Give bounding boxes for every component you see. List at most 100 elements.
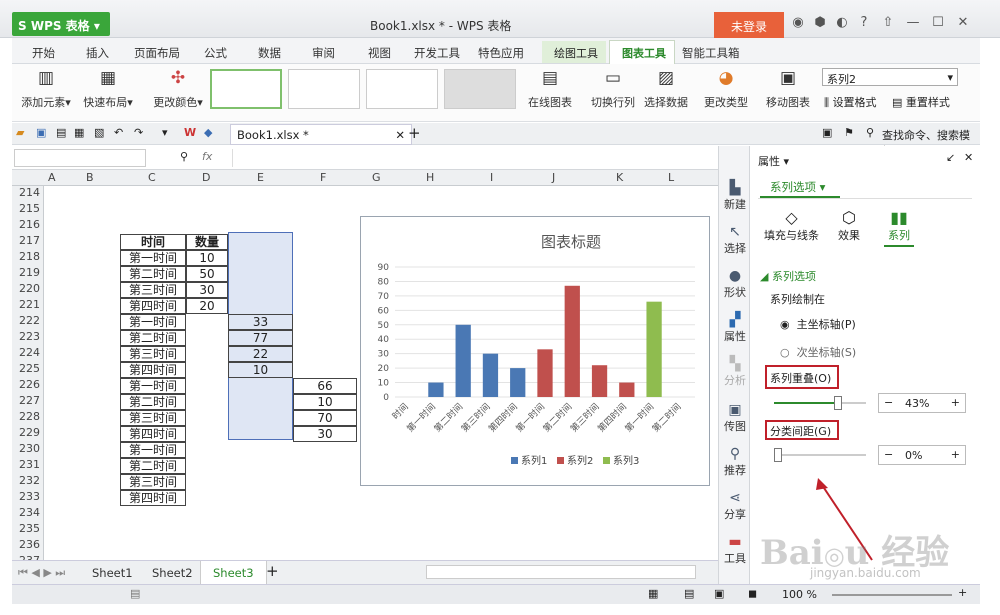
qty-cell[interactable]: 33 — [228, 314, 293, 330]
row-header[interactable]: 223 — [12, 330, 44, 346]
flag-icon[interactable]: ⚑ — [844, 126, 854, 139]
row-header[interactable]: 232 — [12, 474, 44, 490]
add-sheet-icon[interactable]: + — [266, 562, 279, 580]
row-header[interactable]: 228 — [12, 410, 44, 426]
tab-drawing-tools[interactable]: 绘图工具 — [542, 41, 606, 63]
col-c[interactable]: C — [148, 171, 156, 184]
panel-pin-icon[interactable]: ↙ — [946, 151, 955, 164]
side-recommend-button[interactable]: ⚲ 推荐 — [719, 446, 751, 478]
tab-developer[interactable]: 开发工具 — [414, 45, 460, 61]
time-cell[interactable]: 第二时间 — [120, 266, 186, 282]
col-j[interactable]: J — [552, 171, 555, 184]
qty-cell[interactable]: 30 — [186, 282, 228, 298]
dropdown-icon[interactable]: ▾ — [162, 126, 168, 139]
row-header[interactable]: 235 — [12, 522, 44, 538]
row-header[interactable]: 215 — [12, 202, 44, 218]
zoom-in-icon[interactable]: + — [958, 586, 967, 599]
chart-style-thumb-4[interactable] — [444, 69, 516, 109]
row-header[interactable]: 224 — [12, 346, 44, 362]
online-chart-button[interactable]: ▤ 在线图表 — [526, 64, 574, 110]
change-type-button[interactable]: ◕ 更改类型 — [700, 64, 752, 110]
time-cell[interactable]: 第四时间 — [120, 490, 186, 506]
export-icon[interactable]: ▤ — [56, 126, 66, 139]
side-new-button[interactable]: ▙ 新建 — [719, 180, 751, 212]
col-a[interactable]: A — [48, 171, 56, 184]
redo-icon[interactable]: ↷ — [134, 126, 143, 139]
time-cell[interactable]: 第一时间 — [120, 314, 186, 330]
close-tab-icon[interactable]: ✕ — [395, 128, 405, 142]
row-header[interactable]: 214 — [12, 186, 44, 202]
wps-icon[interactable]: W — [184, 126, 196, 139]
theme-icon[interactable]: ◐ — [834, 15, 850, 31]
undo-icon[interactable]: ↶ — [114, 126, 123, 139]
col-k[interactable]: K — [616, 171, 623, 184]
zoom-formula-icon[interactable]: ⚲ — [180, 150, 188, 163]
qty-cell[interactable]: 66 — [293, 378, 357, 394]
name-box[interactable] — [14, 149, 146, 167]
time-cell[interactable]: 第三时间 — [120, 474, 186, 490]
tab-home[interactable]: 开始 — [32, 45, 55, 61]
sheet-nav-icon[interactable]: ⏮ ◀ ▶ ⏭ — [18, 566, 65, 580]
series-tab[interactable]: ▮▮ 系列 — [884, 208, 914, 247]
time-cell[interactable]: 第四时间 — [120, 362, 186, 378]
header-cell-qty[interactable]: 数量 — [186, 234, 228, 250]
pin-icon[interactable]: ⇧ — [880, 15, 896, 31]
zoom-slider[interactable] — [832, 594, 952, 596]
app-menu-button[interactable]: S WPS 表格 ▾ — [12, 12, 110, 36]
skin-icon[interactable]: ◉ — [790, 15, 806, 31]
row-header[interactable]: 221 — [12, 298, 44, 314]
maximize-icon[interactable]: ☐ — [930, 15, 946, 31]
tab-insert[interactable]: 插入 — [86, 45, 109, 61]
minimize-icon[interactable]: — — [905, 15, 921, 31]
tab-smart-toolbox[interactable]: 智能工具箱 — [682, 45, 740, 61]
effects-tab[interactable]: ⬡ 效果 — [838, 208, 860, 243]
side-property-button[interactable]: ▞ 属性 — [719, 312, 751, 344]
gap-slider[interactable] — [774, 448, 866, 462]
series-select-dropdown[interactable]: 系列2 ▾ — [822, 68, 958, 86]
row-header[interactable]: 219 — [12, 266, 44, 282]
page-view-icon[interactable]: ▤ — [684, 587, 694, 600]
settings-icon[interactable]: ⬢ — [812, 15, 828, 31]
row-header[interactable]: 220 — [12, 282, 44, 298]
tab-view[interactable]: 视图 — [368, 45, 391, 61]
side-analyze-button[interactable]: ▚ 分析 — [719, 356, 751, 388]
side-share-button[interactable]: ⋖ 分享 — [719, 490, 751, 522]
col-h[interactable]: H — [426, 171, 434, 184]
horizontal-scrollbar[interactable] — [426, 565, 696, 579]
tab-data[interactable]: 数据 — [258, 45, 281, 61]
time-cell[interactable]: 第三时间 — [120, 346, 186, 362]
screen-icon[interactable]: ▣ — [822, 126, 832, 139]
zoom-level[interactable]: 100 % — [782, 588, 817, 601]
move-chart-button[interactable]: ▣ 移动图表 — [762, 64, 814, 110]
col-b[interactable]: B — [86, 171, 94, 184]
col-l[interactable]: L — [668, 171, 674, 184]
chart-style-thumb-1[interactable] — [210, 69, 282, 109]
row-header[interactable]: 218 — [12, 250, 44, 266]
series-options-tab[interactable]: 系列选项 ▾ — [760, 174, 840, 198]
row-header[interactable]: 230 — [12, 442, 44, 458]
col-d[interactable]: D — [202, 171, 210, 184]
close-icon[interactable]: ✕ — [955, 15, 971, 31]
side-shape-button[interactable]: ● 形状 — [719, 268, 751, 300]
col-e[interactable]: E — [257, 171, 264, 184]
save-icon[interactable]: ▣ — [36, 126, 46, 139]
tab-review[interactable]: 审阅 — [312, 45, 335, 61]
primary-axis-radio[interactable]: ◉ 主坐标轴(P) — [780, 316, 856, 332]
formula-input[interactable] — [232, 149, 712, 167]
row-header[interactable]: 225 — [12, 362, 44, 378]
chart-object[interactable]: 图表标题 0 10 20 30 40 50 60 70 80 90 时间 第一时间 第二时间 第三时间 第四时… — [360, 216, 710, 486]
qty-cell[interactable]: 10 — [293, 394, 357, 410]
spreadsheet-grid[interactable]: A B C D E F G H I J K L 214 215 216 217 218 2… — [12, 170, 718, 560]
add-element-button[interactable]: ▥ 添加元素▾ — [18, 64, 74, 110]
cube-icon[interactable]: ◆ — [204, 126, 212, 139]
chart-style-thumb-2[interactable] — [288, 69, 360, 109]
time-cell[interactable]: 第一时间 — [120, 250, 186, 266]
qty-cell[interactable]: 70 — [293, 410, 357, 426]
preview-icon[interactable]: ▧ — [94, 126, 104, 139]
tab-page-layout[interactable]: 页面布局 — [134, 45, 180, 61]
qty-cell[interactable]: 30 — [293, 426, 357, 442]
reset-style-button[interactable]: ▤ 重置样式 — [892, 94, 950, 110]
tab-chart-tools[interactable]: 图表工具 — [609, 40, 675, 64]
qty-cell[interactable]: 20 — [186, 298, 228, 314]
sheet-tab-3[interactable]: Sheet3 — [200, 561, 267, 586]
